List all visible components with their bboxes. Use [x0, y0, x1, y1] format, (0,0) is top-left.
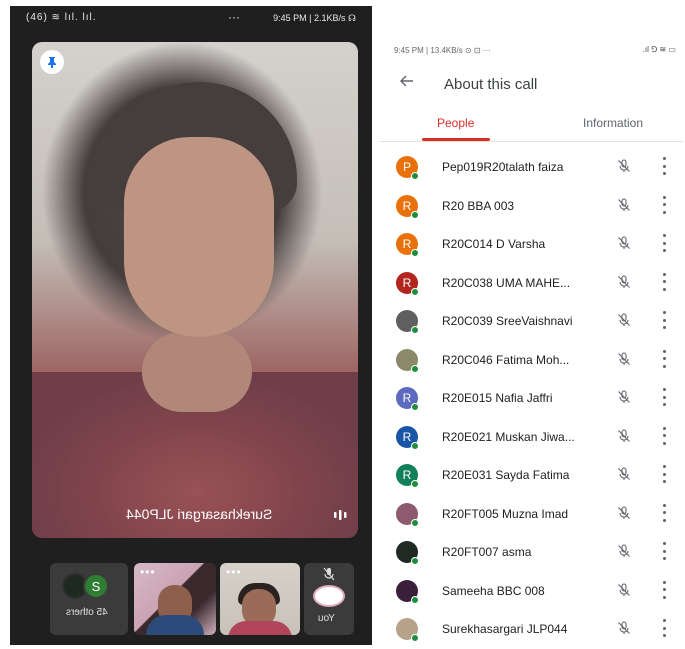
participant-name: R20 BBA 003: [442, 198, 515, 213]
more-options-icon[interactable]: [662, 580, 666, 599]
status-bar-right: 9:45 PM | 2.1KB/s ☊: [273, 13, 356, 23]
presence-dot: [411, 364, 419, 373]
more-options-icon[interactable]: [662, 234, 666, 252]
others-tile[interactable]: S 45 others: [50, 563, 128, 635]
participant-row[interactable]: P Pep019R20talath faiza: [380, 148, 683, 187]
mic-off-icon: [616, 505, 632, 526]
participant-body: [228, 621, 292, 635]
tab-people[interactable]: People: [437, 116, 474, 130]
about-this-call-screen: 9:45 PM | 13.4KB/s ⊙ ⊡ ··· .ıl ⅁ ≋ ▭ Abo…: [380, 40, 683, 647]
others-count: 45 others: [66, 607, 108, 618]
tab-divider: [380, 141, 683, 142]
mic-off-icon: [616, 389, 632, 410]
people-list: P Pep019R20talath faiza R R20 BBA 003 R R20C0…: [380, 148, 683, 649]
presence-dot: [411, 403, 419, 411]
more-options-icon[interactable]: [662, 388, 666, 406]
participant-row[interactable]: R R20E031 Sayda Fatima: [380, 456, 683, 495]
participant-name: R20C038 UMA MAHE...: [442, 275, 571, 290]
more-options-icon[interactable]: [662, 195, 666, 214]
more-options-icon[interactable]: •••: [226, 565, 242, 579]
participant-video-tile[interactable]: •••: [220, 563, 300, 635]
participant-row[interactable]: Sameeha BBC 008: [380, 572, 683, 611]
more-options-icon[interactable]: [662, 619, 666, 637]
participant-row[interactable]: R20C046 Fatima Moh...: [380, 341, 683, 380]
participant-row[interactable]: R R20C038 UMA MAHE...: [380, 264, 683, 303]
participant-video-tile[interactable]: •••: [134, 563, 216, 635]
audio-level-icon: [334, 510, 347, 520]
participant-name: R20E021 Muskan Jiwa...: [442, 429, 575, 444]
participant-name: R20FT007 asma: [442, 545, 532, 559]
mic-off-icon: [616, 312, 632, 333]
presence-dot: [411, 557, 419, 565]
pin-icon: [48, 57, 56, 68]
presence-dot: [411, 595, 419, 604]
more-options-icon[interactable]: [662, 311, 666, 329]
more-options-icon[interactable]: [662, 503, 666, 522]
mic-off-icon: [323, 567, 335, 581]
presence-dot: [411, 210, 419, 219]
participant-row[interactable]: R R20E015 Nafia Jaffri: [380, 379, 683, 418]
participant-name: Surekhasargari JLP044: [442, 622, 568, 636]
back-arrow-icon[interactable]: [398, 72, 420, 94]
video-call-screen: (46) ≋ lıl. lıl. ··· 9:45 PM | 2.1KB/s ☊…: [10, 6, 372, 645]
self-avatar-logo: [313, 585, 345, 607]
participant-row[interactable]: R20FT007 asma: [380, 533, 683, 572]
presence-dot: [411, 518, 419, 527]
status-bar-dots: ···: [228, 10, 240, 24]
presence-dot: [411, 441, 419, 450]
participant-name: R20C046 Fatima Moh...: [442, 352, 570, 367]
participant-name: R20E031 Sayda Fatima: [442, 468, 570, 482]
more-options-icon[interactable]: [662, 157, 666, 175]
mic-off-icon: [616, 620, 632, 641]
presence-dot: [411, 287, 419, 296]
presence-dot: [411, 634, 419, 642]
status-bar: 9:45 PM | 13.4KB/s ⊙ ⊡ ··· .ıl ⅁ ≋ ▭: [394, 45, 676, 55]
participant-name: R20E015 Nafia Jaffri: [442, 391, 553, 405]
status-bar: (46) ≋ lıl. lıl. ··· 9:45 PM | 2.1KB/s ☊: [10, 6, 372, 32]
page-title: About this call: [444, 76, 538, 93]
tab-information[interactable]: Information: [583, 116, 643, 130]
participant-row[interactable]: R R20E021 Muskan Jiwa...: [380, 418, 683, 457]
participant-row[interactable]: R20C039 SreeVaishnavi: [380, 302, 683, 341]
self-label: You: [318, 613, 335, 624]
mic-off-icon: [616, 543, 632, 564]
more-options-icon[interactable]: [662, 542, 666, 560]
mic-off-icon: [616, 274, 632, 295]
pin-button[interactable]: [40, 50, 64, 74]
mic-off-icon: [616, 466, 632, 487]
status-bar-left: 9:45 PM | 13.4KB/s ⊙ ⊡ ···: [394, 46, 491, 55]
mic-off-icon: [616, 428, 632, 449]
participant-name: R20C014 D Varsha: [442, 237, 546, 251]
presence-dot: [411, 480, 419, 488]
presence-dot: [411, 172, 419, 180]
participant-name: Pep019R20talath faiza: [442, 160, 564, 174]
participant-name: R20C039 SreeVaishnavi: [442, 314, 573, 328]
participant-row[interactable]: R R20C014 D Varsha: [380, 225, 683, 264]
participant-row[interactable]: R R20 BBA 003: [380, 187, 683, 226]
status-bar-left: (46) ≋ lıl. lıl.: [26, 12, 97, 23]
presence-dot: [411, 249, 419, 257]
mic-off-icon: [616, 235, 632, 256]
pinned-speaker-tile[interactable]: [32, 42, 358, 538]
mic-off-icon: [616, 158, 632, 179]
participant-name: R20FT005 Muzna Imad: [442, 506, 569, 521]
participant-name: Sameeha BBC 008: [442, 583, 545, 598]
status-bar-right: .ıl ⅁ ≋ ▭: [642, 45, 676, 54]
self-view-tile[interactable]: You: [304, 563, 354, 635]
participant-row[interactable]: Surekhasargari JLP044: [380, 610, 683, 649]
more-options-icon[interactable]: [662, 465, 666, 483]
presence-dot: [411, 326, 419, 334]
more-options-icon[interactable]: •••: [140, 565, 156, 579]
mic-off-icon: [616, 197, 632, 218]
speaker-name-label: Surekhasargari JLP044: [126, 506, 273, 522]
video-haze: [32, 42, 358, 538]
more-options-icon[interactable]: [662, 426, 666, 445]
participant-body: [146, 615, 204, 635]
mic-off-icon: [616, 582, 632, 603]
mic-off-icon: [616, 351, 632, 372]
more-options-icon[interactable]: [662, 349, 666, 368]
participant-avatar-letter: S: [83, 573, 109, 599]
participant-row[interactable]: R20FT005 Muzna Imad: [380, 495, 683, 534]
more-options-icon[interactable]: [662, 272, 666, 291]
